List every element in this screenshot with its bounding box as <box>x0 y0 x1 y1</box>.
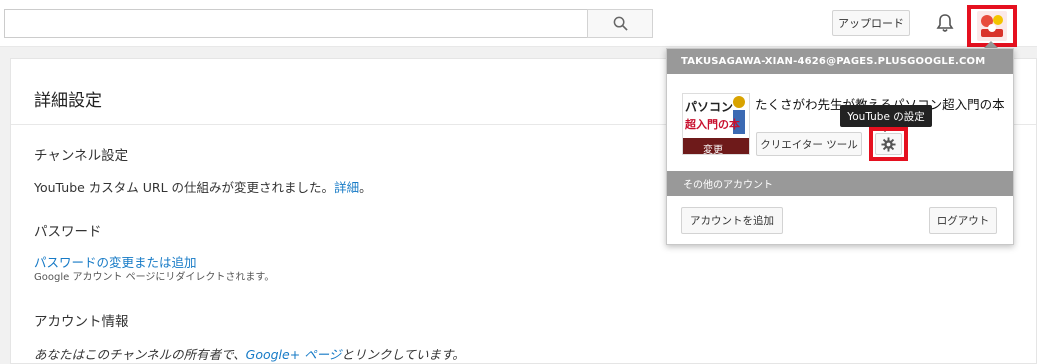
password-redirect-note: Google アカウント ページにリダイレクトされます。 <box>34 272 275 283</box>
youtube-settings-highlight <box>869 127 908 161</box>
upload-button[interactable]: アップロード <box>832 10 910 36</box>
bell-icon <box>936 14 954 32</box>
owner-text: あなたはこのチャンネルの所有者で、 <box>34 347 246 362</box>
search-button[interactable] <box>587 9 653 38</box>
thumbnail-text-1: パソコン <box>685 100 734 114</box>
custom-url-text: YouTube カスタム URL の仕組みが変更されました。 <box>34 180 335 195</box>
masthead: アップロード <box>0 0 1037 47</box>
custom-url-suffix: 。 <box>359 180 372 195</box>
thumbnail-text-2: 超入門の本 <box>685 118 740 131</box>
account-info-text: あなたはこのチャンネルの所有者で、Google+ ページとリンクしています。 <box>34 344 465 363</box>
google-plus-page-link[interactable]: Google+ ページ <box>246 347 342 362</box>
account-popup: TAKUSAGAWA-XIAN-4626@PAGES.PLUSGOOGLE.CO… <box>666 48 1014 245</box>
add-account-button[interactable]: アカウントを追加 <box>681 207 783 234</box>
custom-url-notice: YouTube カスタム URL の仕組みが変更されました。詳細。 <box>34 177 372 196</box>
password-heading: パスワード <box>34 224 102 240</box>
notifications-button[interactable] <box>934 12 956 34</box>
logout-button[interactable]: ログアウト <box>929 207 997 234</box>
creator-tools-button[interactable]: クリエイター ツール <box>756 132 862 156</box>
channel-settings-heading: チャンネル設定 <box>34 148 129 164</box>
page-title: 詳細設定 <box>34 91 102 111</box>
linked-text: とリンクしています。 <box>341 347 465 362</box>
other-accounts-bar: その他のアカウント <box>667 171 1013 196</box>
search-icon <box>613 16 628 31</box>
settings-tooltip: YouTube の設定 <box>840 105 932 127</box>
change-avatar-label[interactable]: 変更 <box>703 141 723 154</box>
avatar <box>977 11 1007 41</box>
account-email: TAKUSAGAWA-XIAN-4626@PAGES.PLUSGOOGLE.CO… <box>667 49 1013 74</box>
account-info-heading: アカウント情報 <box>34 314 129 330</box>
custom-url-details-link[interactable]: 詳細 <box>334 180 359 195</box>
gear-icon <box>881 136 896 152</box>
channel-thumbnail[interactable]: パソコン 超入門の本 変更 <box>682 93 750 155</box>
youtube-settings-button[interactable] <box>875 133 902 155</box>
search-input[interactable] <box>4 9 587 38</box>
